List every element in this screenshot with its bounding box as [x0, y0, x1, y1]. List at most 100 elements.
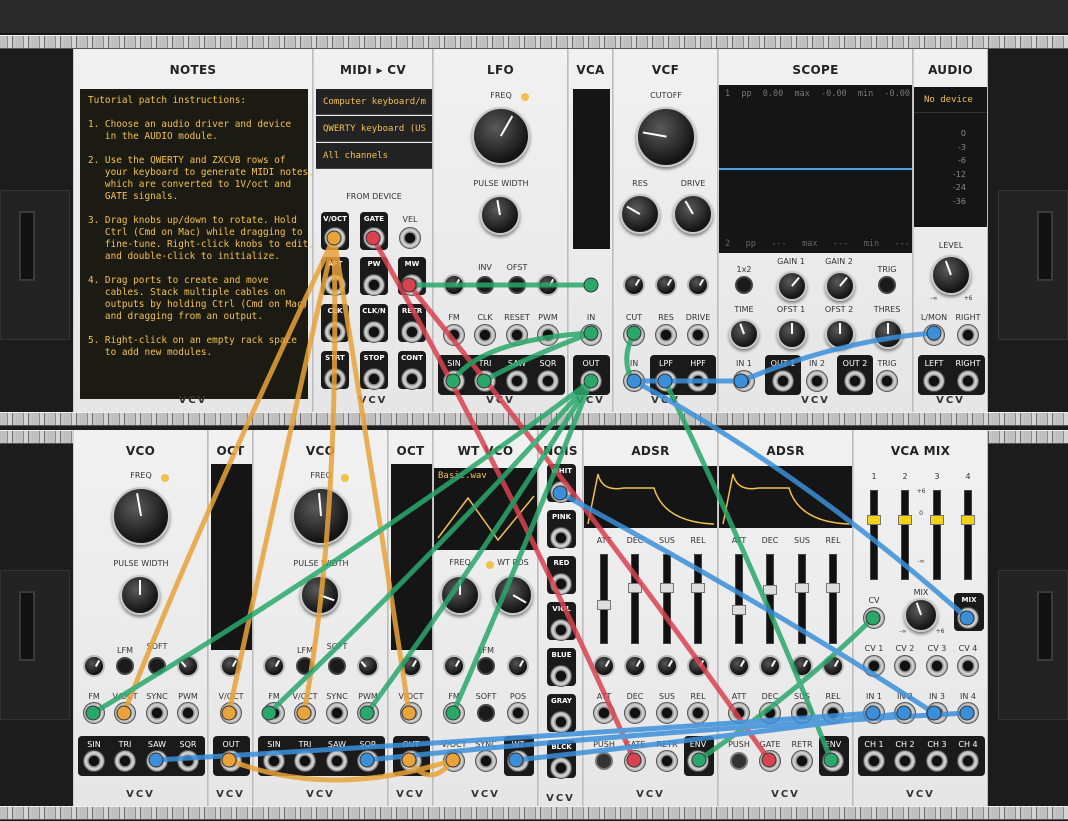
pw-output-jack[interactable]	[363, 274, 385, 296]
trig-button[interactable]	[878, 276, 896, 294]
ch1-output-jack[interactable]	[863, 750, 885, 772]
cv4-input-jack[interactable]	[957, 655, 979, 677]
reset-input-jack[interactable]	[506, 324, 528, 346]
res-knob[interactable]	[620, 194, 660, 234]
soft-button[interactable]	[148, 657, 166, 675]
ch4-output-jack[interactable]	[957, 750, 979, 772]
v-oct-input-jack[interactable]	[220, 702, 242, 724]
attack-cv-knob[interactable]	[728, 655, 750, 677]
sustain-cv-knob[interactable]	[656, 655, 678, 677]
1x2-button[interactable]	[735, 276, 753, 294]
audio-device-select[interactable]: No device	[914, 87, 987, 113]
freq-knob[interactable]	[112, 487, 170, 545]
decay-slider[interactable]	[628, 554, 642, 644]
sin-output-jack[interactable]	[263, 750, 285, 772]
attack-slider[interactable]	[597, 554, 611, 644]
red-output-jack[interactable]	[550, 573, 572, 595]
v-oct-input-jack[interactable]	[400, 702, 422, 724]
mw-output-jack[interactable]	[401, 274, 423, 296]
vcf-in-jack[interactable]	[623, 370, 645, 392]
v-oct-input-jack[interactable]	[114, 702, 136, 724]
sync-input-jack[interactable]	[146, 702, 168, 724]
retr-input-jack[interactable]	[656, 750, 678, 772]
gray-output-jack[interactable]	[550, 711, 572, 733]
octave-knob[interactable]	[220, 655, 242, 677]
ch2-output-jack[interactable]	[894, 750, 916, 772]
l-mon-input-jack[interactable]	[923, 324, 945, 346]
inv-button[interactable]	[476, 276, 494, 294]
in3-jack[interactable]	[926, 702, 948, 724]
scope-trig-jack[interactable]	[876, 370, 898, 392]
v-oct-output-jack[interactable]	[324, 227, 346, 249]
notes-textarea[interactable]: Tutorial patch instructions: 1. Choose a…	[80, 89, 312, 399]
pwm-knob[interactable]	[357, 655, 379, 677]
cv2-input-jack[interactable]	[894, 655, 916, 677]
tri-output-jack[interactable]	[474, 370, 496, 392]
env-output-jack[interactable]	[822, 750, 844, 772]
release-input-jack[interactable]	[822, 702, 844, 724]
wt-output-jack[interactable]	[507, 750, 529, 772]
cv-input-jack[interactable]	[863, 607, 885, 629]
midi-channel-select[interactable]: All channels	[316, 143, 432, 169]
in1-jack[interactable]	[863, 702, 885, 724]
ofst2-knob[interactable]	[825, 319, 855, 349]
mix-output-jack[interactable]	[957, 607, 979, 629]
octave-knob[interactable]	[400, 655, 422, 677]
sustain-slider[interactable]	[795, 554, 809, 644]
release-slider[interactable]	[826, 554, 840, 644]
cont-output-jack[interactable]	[401, 368, 423, 390]
aft-output-jack[interactable]	[324, 274, 346, 296]
level-knob[interactable]	[931, 255, 971, 295]
wt-pos-knob[interactable]	[493, 575, 533, 615]
channel3-fader[interactable]	[930, 490, 944, 580]
push-button[interactable]	[595, 752, 613, 770]
ofst1-knob[interactable]	[777, 319, 807, 349]
env-output-jack[interactable]	[687, 750, 709, 772]
clk-output-jack[interactable]	[324, 321, 346, 343]
scope-in2-jack[interactable]	[806, 370, 828, 392]
v-oct-input-jack[interactable]	[294, 702, 316, 724]
decay-input-jack[interactable]	[624, 702, 646, 724]
pwm-input-jack[interactable]	[177, 702, 199, 724]
attack-cv-knob[interactable]	[593, 655, 615, 677]
gain1-knob[interactable]	[777, 271, 807, 301]
drive-input-jack[interactable]	[687, 324, 709, 346]
hpf-output-jack[interactable]	[687, 370, 709, 392]
freq-knob[interactable]	[440, 575, 480, 615]
fm-input-jack[interactable]	[83, 702, 105, 724]
scope-in1-jack[interactable]	[733, 370, 755, 392]
empty-rack-bay[interactable]	[0, 570, 70, 720]
fm-input-jack[interactable]	[263, 702, 285, 724]
pwm-knob[interactable]	[177, 655, 199, 677]
release-slider[interactable]	[691, 554, 705, 644]
empty-rack-bay[interactable]	[0, 190, 70, 340]
attack-slider[interactable]	[732, 554, 746, 644]
vel-output-jack[interactable]	[399, 227, 421, 249]
time-knob[interactable]	[729, 319, 759, 349]
scope-out1-jack[interactable]	[772, 370, 794, 392]
saw-output-jack[interactable]	[506, 370, 528, 392]
tri-output-jack[interactable]	[294, 750, 316, 772]
retr-output-jack[interactable]	[401, 321, 423, 343]
release-cv-knob[interactable]	[822, 655, 844, 677]
blue-output-jack[interactable]	[550, 665, 572, 687]
ofst-button[interactable]	[508, 276, 526, 294]
fm-knob[interactable]	[263, 655, 285, 677]
fm-knob[interactable]	[443, 274, 465, 296]
freq-knob[interactable]	[472, 107, 530, 165]
cv1-input-jack[interactable]	[863, 655, 885, 677]
empty-rack-bay[interactable]	[998, 190, 1068, 340]
lpf-output-jack[interactable]	[655, 370, 677, 392]
pink-output-jack[interactable]	[550, 527, 572, 549]
sustain-input-jack[interactable]	[791, 702, 813, 724]
clk-n-output-jack[interactable]	[363, 321, 385, 343]
pos-knob[interactable]	[507, 655, 529, 677]
vca-in-jack[interactable]	[580, 324, 602, 346]
lfm-button[interactable]	[296, 657, 314, 675]
midi-device-select[interactable]: QWERTY keyboard (US	[316, 116, 432, 142]
push-button[interactable]	[730, 752, 748, 770]
cut-input-jack[interactable]	[623, 324, 645, 346]
sync-input-jack[interactable]	[475, 750, 497, 772]
channel1-fader[interactable]	[867, 490, 881, 580]
sustain-cv-knob[interactable]	[791, 655, 813, 677]
